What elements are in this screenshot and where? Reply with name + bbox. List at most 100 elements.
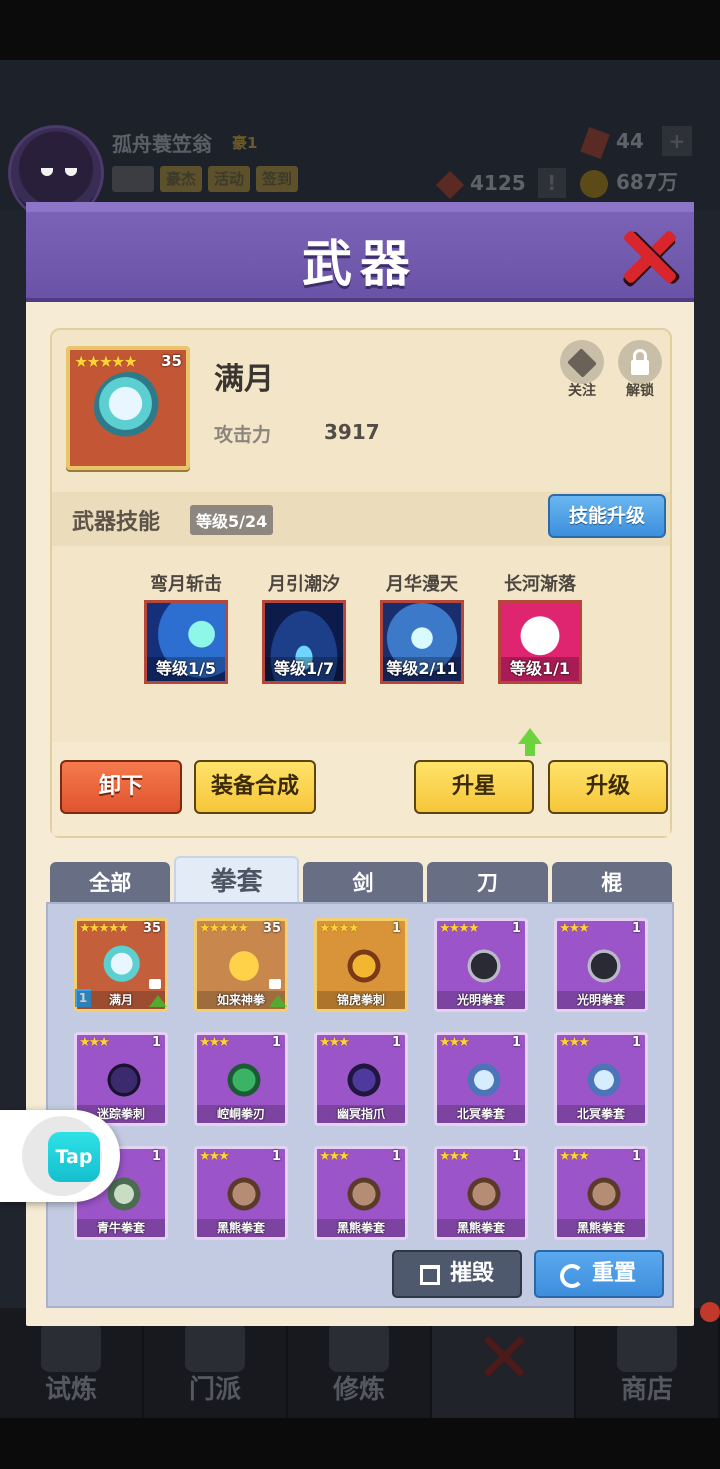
gold-coin-icon [580,169,608,198]
weapon-item[interactable]: ★★★ 1 黑熊拳套 [314,1146,408,1240]
trash-icon [420,1265,440,1285]
heroes-button[interactable]: 豪杰 [160,166,203,192]
tab-sword[interactable]: 剑 [302,862,424,904]
skill-level: 等级1/7 [265,657,343,681]
item-level: 1 [391,921,401,936]
tab-blade[interactable]: 刀 [427,862,548,904]
item-stars: ★★★★ [439,921,480,936]
weapon-item[interactable]: ★★★ 1 北冥拳套 [434,1032,528,1126]
reset-label: 重置 [592,1261,637,1286]
destroy-label: 摧毁 [450,1261,495,1286]
item-stars: ★★★ [199,1035,230,1050]
weapon-item[interactable]: ★★★ 1 黑熊拳套 [554,1146,648,1240]
events-button[interactable]: 活动 [208,166,251,192]
nav-cultivate-label: 修炼 [332,1375,385,1405]
destroy-button[interactable]: 摧毁 [392,1250,522,1298]
taptap-floating-button[interactable]: Tap [0,1110,120,1202]
skill-section-level: 等级5/24 [190,505,274,535]
tide-swirl-icon: 等级1/7 [262,600,346,684]
weapon-category-tabs: 全部 拳套 剑 刀 棍 [50,856,673,904]
item-name: 光明拳套 [437,991,525,1009]
skill-item[interactable]: 月引潮汐 等级1/7 [262,570,346,684]
item-level: 1 [151,1149,161,1164]
weapon-item[interactable]: ★★★ 1 北冥拳套 [554,1032,648,1126]
star-up-button[interactable]: 升星 [414,760,534,814]
weapon-item[interactable]: ★★★ 1 黑熊拳套 [194,1146,288,1240]
crescent-slash-icon: 等级1/5 [144,600,228,684]
bear-gauntlet-icon [581,1171,627,1217]
item-name: 北冥拳套 [557,1105,645,1123]
token-info-button[interactable]: ! [537,168,566,198]
compose-button[interactable]: 装备合成 [194,760,316,814]
tab-all[interactable]: 全部 [50,862,171,904]
follow-button[interactable]: 关注 [558,340,606,400]
list-footer: 摧毁 重置 [48,1244,672,1306]
moon-weapon-icon [94,372,164,442]
skill-item[interactable]: 弯月斩击 等级1/5 [144,570,228,684]
gem-counter: 44 + [580,126,692,159]
item-name: 锦虎拳刺 [317,991,405,1009]
item-name: 黑熊拳套 [317,1219,405,1237]
attack-label: 攻击力 [214,424,272,446]
weapon-item[interactable]: ★★★ 1 光明拳套 [554,918,648,1012]
weapon-item[interactable]: ★★★ 1 崆峒拳刃 [194,1032,288,1126]
item-stars: ★★★ [439,1035,470,1050]
item-level: 1 [391,1035,401,1050]
weapon-stars: ★★★★★ [74,352,138,371]
weapon-item[interactable]: ★★★★ 1 锦虎拳刺 [314,918,408,1012]
skill-item[interactable]: 长河渐落 等级1/1 [498,570,582,684]
item-level: 1 [631,921,641,936]
weapon-grid: ★★★★★ 35 1 满月 ★★★★★ 35 如来神拳 ★★★★ 1 锦虎拳刺 … [74,918,648,1240]
dark-gauntlet-icon [581,943,627,989]
item-name: 黑熊拳套 [557,1219,645,1237]
item-stars: ★★★★★ [199,921,249,936]
item-level: 1 [271,1149,281,1164]
item-level: 35 [142,921,161,936]
dark-gauntlet-icon [461,943,507,989]
add-gems-button[interactable]: + [661,126,692,156]
weapon-nav-icon: ✕ [475,1317,534,1399]
weapon-item[interactable]: ★★★★★ 35 如来神拳 [194,918,288,1012]
tiger-claw-icon [341,943,387,989]
nav-shop-label: 商店 [620,1375,673,1405]
modal-header: 武器 [26,202,694,302]
unlock-button[interactable]: 解锁 [616,340,664,400]
item-level: 1 [511,1035,521,1050]
bear-gauntlet-icon [341,1171,387,1217]
item-stars: ★★★ [439,1149,470,1164]
taptap-logo-icon: Tap [48,1132,100,1182]
weapon-item[interactable]: ★★★★ 1 光明拳套 [434,918,528,1012]
skill-level: 等级2/11 [383,657,461,681]
refresh-icon [560,1264,584,1288]
mail-icon[interactable] [112,166,154,192]
item-stars: ★★★ [319,1035,350,1050]
trial-icon [41,1322,101,1372]
item-level: 1 [631,1149,641,1164]
tab-staff[interactable]: 棍 [551,862,673,904]
header-buttons: 豪杰 活动 签到 [112,166,299,192]
ice-gauntlet-icon [581,1057,627,1103]
reset-button[interactable]: 重置 [534,1250,664,1298]
item-name: 黑熊拳套 [197,1219,285,1237]
skill-item[interactable]: 月华漫天 等级2/11 [380,570,464,684]
unequip-button[interactable]: 卸下 [60,760,182,814]
gem-count: 44 [616,129,644,153]
weapon-portrait: ★★★★★ 35 [66,346,190,470]
close-icon[interactable] [620,228,676,284]
weapon-list-panel: ★★★★★ 35 1 满月 ★★★★★ 35 如来神拳 ★★★★ 1 锦虎拳刺 … [46,902,674,1308]
weapon-item[interactable]: ★★★★★ 35 1 满月 [74,918,168,1012]
nav-trial-label: 试炼 [44,1375,97,1405]
player-rank-badge: 豪1 [232,134,258,152]
skill-name: 月引潮汐 [268,574,340,595]
lock-icon [149,979,161,989]
shop-icon [617,1322,677,1372]
modal-title: 武器 [302,235,418,293]
spiked-knuckle-icon [101,1057,147,1103]
level-up-button[interactable]: 升级 [548,760,668,814]
checkin-button[interactable]: 签到 [256,166,299,192]
skill-upgrade-button[interactable]: 技能升级 [548,494,666,538]
tab-gauntlet[interactable]: 拳套 [174,856,299,904]
weapon-item[interactable]: ★★★ 1 幽冥指爪 [314,1032,408,1126]
weapon-name: 满月 [214,362,274,397]
weapon-item[interactable]: ★★★ 1 黑熊拳套 [434,1146,528,1240]
